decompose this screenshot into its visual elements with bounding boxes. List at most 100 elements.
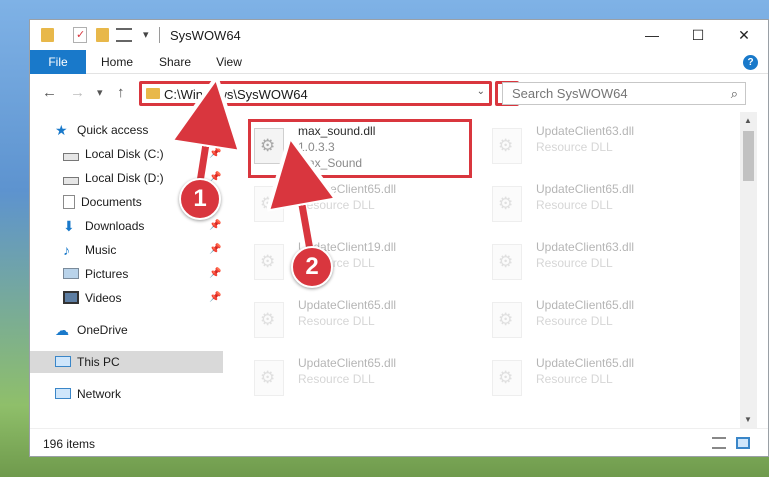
step-badge-2: 2 <box>291 246 333 288</box>
tab-home[interactable]: Home <box>92 50 142 74</box>
ribbon-tabs: File Home Share View ? <box>30 50 768 74</box>
step-badge-1: 1 <box>179 178 221 220</box>
list-item[interactable]: UpdateClient63.dll Resource DLL <box>464 118 684 174</box>
tab-share[interactable]: Share <box>150 50 200 74</box>
download-icon: ⬇ <box>63 217 75 234</box>
sidebar-item-downloads[interactable]: ⬇ Downloads <box>63 215 144 237</box>
sidebar-item-local-disk-c[interactable]: Local Disk (C:) <box>63 143 164 165</box>
forward-button[interactable]: → <box>70 84 85 101</box>
pin-icon[interactable]: 📌 <box>209 148 221 159</box>
file-description: Resource DLL <box>536 372 613 386</box>
documents-icon <box>63 194 75 209</box>
file-description: Resource DLL <box>298 372 375 386</box>
window-title: SysWOW64 <box>170 28 241 43</box>
file-name: UpdateClient63.dll <box>536 240 635 254</box>
star-icon: ★ <box>55 121 68 138</box>
chevron-down-icon[interactable]: ⌄ <box>477 86 485 97</box>
dll-file-icon <box>254 186 284 222</box>
sidebar-item-documents[interactable]: Documents <box>63 191 142 213</box>
sidebar-item-this-pc[interactable]: This PC <box>30 351 223 373</box>
pin-icon[interactable]: 📌 <box>209 220 221 231</box>
folder-icon <box>41 28 54 42</box>
status-bar: 196 items <box>30 428 768 456</box>
pin-icon[interactable]: 📌 <box>209 268 221 279</box>
list-item[interactable]: UpdateClient63.dll Resource DLL <box>464 234 684 290</box>
list-item[interactable]: UpdateClient65.dll Resource DLL <box>226 350 446 406</box>
search-box[interactable]: ⌕ <box>502 82 746 105</box>
file-name: UpdateClient63.dll <box>536 124 635 138</box>
file-name: UpdateClient65.dll <box>536 298 635 312</box>
sidebar-item-music[interactable]: ♪ Music <box>63 239 116 261</box>
dll-file-icon <box>492 128 522 164</box>
pc-icon <box>55 356 71 368</box>
file-description: Resource DLL <box>298 314 375 328</box>
folder-icon <box>146 88 160 99</box>
file-description: Resource DLL <box>536 140 613 154</box>
help-icon[interactable]: ? <box>743 55 758 70</box>
file-description: Resource DLL <box>536 198 613 212</box>
file-description: Resource DLL <box>536 314 613 328</box>
back-button[interactable]: ← <box>42 84 57 101</box>
pin-icon[interactable]: 📌 <box>209 292 221 303</box>
file-name: UpdateClient65.dll <box>298 182 397 196</box>
list-item[interactable]: UpdateClient65.dll Resource DLL <box>226 292 446 348</box>
videos-icon <box>63 291 79 305</box>
file-description: Resource DLL <box>298 198 375 212</box>
item-count: 196 items <box>43 437 96 451</box>
drive-icon <box>63 176 79 185</box>
sidebar-item-network[interactable]: Network <box>55 383 121 405</box>
up-button[interactable]: ↑ <box>117 84 125 101</box>
qat-dropdown-icon[interactable]: ▾ <box>143 28 149 44</box>
navigation-pane: ★ Quick access Local Disk (C:) Local Disk… <box>30 112 223 428</box>
close-button[interactable]: ✕ <box>721 20 767 50</box>
list-item[interactable]: UpdateClient65.dll Resource DLL <box>464 350 684 406</box>
navigation-bar: ← → ▾ ↑ C:\Windows\SysWOW64 ⌄ ↻ ⌕ <box>30 74 768 112</box>
file-name: UpdateClient65.dll <box>536 182 635 196</box>
title-divider <box>159 27 160 43</box>
title-bar: ✓ ▾ SysWOW64 — ☐ ✕ <box>30 20 768 50</box>
dll-file-icon <box>492 186 522 222</box>
dll-file-icon <box>492 360 522 396</box>
search-icon: ⌕ <box>730 86 738 101</box>
scroll-up-icon[interactable]: ▲ <box>744 116 752 125</box>
new-folder-icon[interactable] <box>96 28 109 42</box>
maximize-button[interactable]: ☐ <box>675 20 721 50</box>
scroll-down-icon[interactable]: ▼ <box>744 415 752 424</box>
list-item[interactable]: UpdateClient65.dll Resource DLL <box>226 176 446 232</box>
dll-file-icon <box>254 360 284 396</box>
list-item[interactable]: UpdateClient65.dll Resource DLL <box>464 176 684 232</box>
dll-file-icon <box>492 244 522 280</box>
file-name: UpdateClient65.dll <box>298 298 397 312</box>
dll-file-icon <box>254 302 284 338</box>
sidebar-item-quick-access[interactable]: ★ Quick access <box>55 119 148 141</box>
tab-file[interactable]: File <box>30 50 86 74</box>
sidebar-item-videos[interactable]: Videos <box>63 287 121 309</box>
search-input[interactable] <box>503 83 713 104</box>
drive-icon <box>63 152 79 161</box>
sidebar-item-local-disk-d[interactable]: Local Disk (D:) <box>63 167 164 189</box>
recent-locations-button[interactable]: ▾ <box>97 86 103 99</box>
sidebar-item-onedrive[interactable]: ☁ OneDrive <box>55 319 128 341</box>
large-icons-view-icon[interactable] <box>736 437 750 449</box>
pictures-icon <box>63 268 79 280</box>
address-bar[interactable]: C:\Windows\SysWOW64 ⌄ <box>139 81 492 106</box>
file-name: UpdateClient65.dll <box>298 356 397 370</box>
cloud-icon: ☁ <box>55 321 69 338</box>
pin-icon[interactable]: 📌 <box>209 244 221 255</box>
scrollbar-thumb[interactable] <box>743 131 754 181</box>
list-item[interactable]: UpdateClient19.dll Resource DLL <box>226 234 446 290</box>
sidebar-item-pictures[interactable]: Pictures <box>63 263 128 285</box>
music-icon: ♪ <box>63 241 70 258</box>
network-icon <box>55 388 71 400</box>
list-item[interactable]: UpdateClient65.dll Resource DLL <box>464 292 684 348</box>
customize-icon[interactable] <box>116 28 132 42</box>
vertical-scrollbar[interactable]: ▲ ▼ <box>740 112 757 428</box>
minimize-button[interactable]: — <box>629 20 675 50</box>
dll-file-icon <box>492 302 522 338</box>
properties-icon[interactable]: ✓ <box>73 27 87 43</box>
explorer-window: ✓ ▾ SysWOW64 — ☐ ✕ File Home Share View … <box>29 19 769 457</box>
address-path: C:\Windows\SysWOW64 <box>164 87 308 102</box>
file-name: UpdateClient65.dll <box>536 356 635 370</box>
details-view-icon[interactable] <box>712 437 726 449</box>
tab-view[interactable]: View <box>206 50 252 74</box>
